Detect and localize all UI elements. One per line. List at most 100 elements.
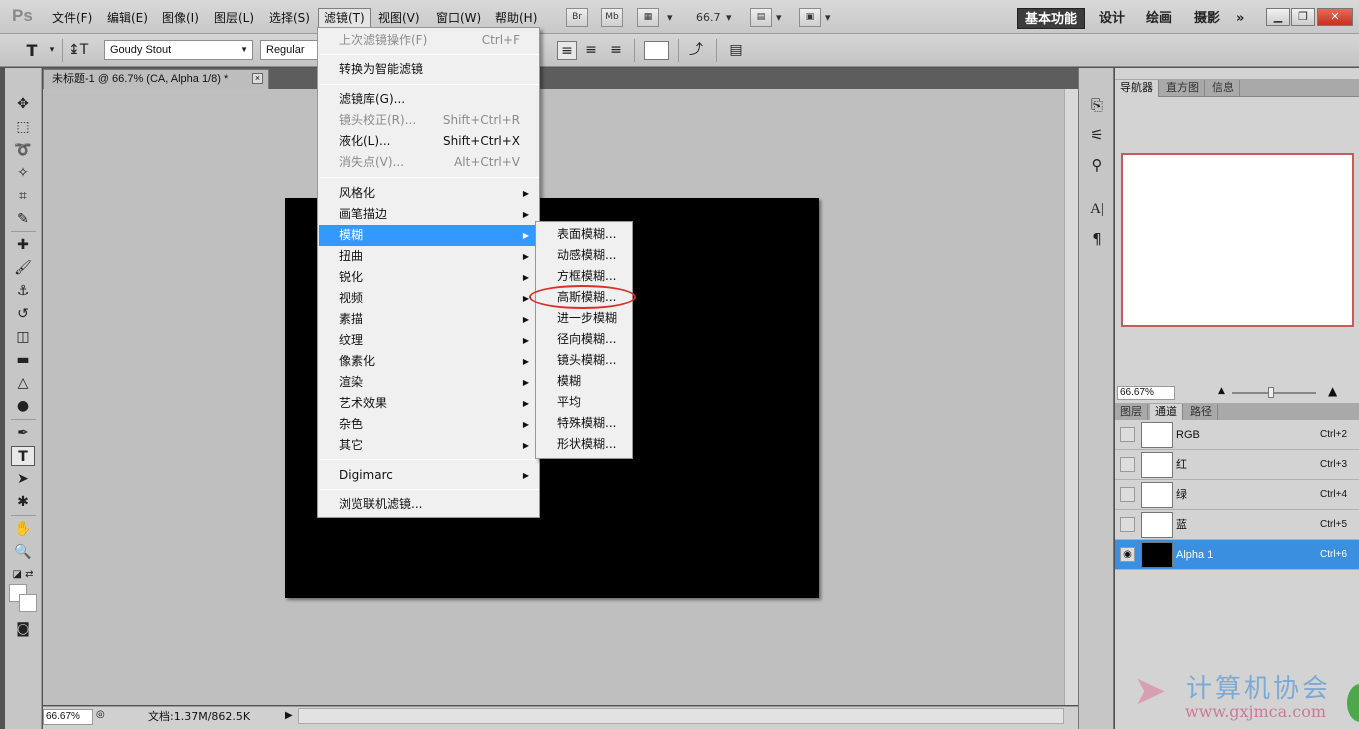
vertical-scrollbar[interactable] [1064, 89, 1078, 705]
workspace-design[interactable]: 设计 [1092, 8, 1132, 29]
menu-image[interactable]: 图像(I) [157, 8, 204, 28]
menu-item-shape-blur[interactable]: 形状模糊... [537, 434, 631, 455]
tab-layers[interactable]: 图层 [1115, 404, 1148, 421]
visibility-toggle[interactable] [1120, 517, 1135, 532]
status-menu-arrow-icon[interactable]: ▶ [285, 708, 297, 724]
preset-caret[interactable]: ▾ [42, 41, 62, 60]
menu-item-average[interactable]: 平均 [537, 392, 631, 413]
menu-item-sketch[interactable]: 素描 ▶ [319, 309, 538, 330]
menu-item-render[interactable]: 渲染 ▶ [319, 372, 538, 393]
font-style-select[interactable]: Regular [260, 40, 320, 60]
menu-select[interactable]: 选择(S) [264, 8, 315, 28]
menu-filter[interactable]: 滤镜(T) [318, 8, 371, 28]
menu-item-last-filter[interactable]: 上次滤镜操作(F) Ctrl+F [319, 30, 538, 51]
status-zoom-input[interactable]: 66.67% [43, 709, 93, 725]
menu-file[interactable]: 文件(F) [47, 8, 97, 28]
adjustments-panel-icon[interactable]: ⚟ [1085, 124, 1109, 146]
eye-icon[interactable]: ◉ [1120, 547, 1135, 562]
tab-paths[interactable]: 路径 [1185, 404, 1218, 421]
type-tool-icon[interactable]: T [11, 446, 35, 466]
quick-selection-tool-icon[interactable]: ✧ [11, 163, 35, 183]
blur-tool-icon[interactable]: △ [11, 373, 35, 393]
default-colors-icon[interactable]: ◪ ⇄ [11, 565, 35, 585]
align-center-icon[interactable]: ≡ [581, 41, 601, 60]
warp-text-icon[interactable]: ⤴ [686, 41, 706, 60]
menu-item-smart-blur[interactable]: 特殊模糊... [537, 413, 631, 434]
navigator-zoom-input[interactable]: 66.67% [1117, 386, 1175, 400]
character-panel-icon[interactable]: A| [1085, 198, 1109, 220]
menu-item-browse-filters-online[interactable]: 浏览联机滤镜... [319, 494, 538, 515]
minimize-icon[interactable]: ▁ [1266, 8, 1290, 26]
quick-mask-icon[interactable]: ◙ [11, 619, 35, 639]
text-orientation-icon[interactable]: ↨T [68, 41, 88, 60]
close-document-icon[interactable]: × [252, 73, 263, 84]
menu-item-surface-blur[interactable]: 表面模糊... [537, 224, 631, 245]
history-brush-tool-icon[interactable]: ↺ [11, 304, 35, 324]
menu-item-radial-blur[interactable]: 径向模糊... [537, 329, 631, 350]
move-tool-icon[interactable]: ✥ [11, 94, 35, 114]
text-color-swatch[interactable] [644, 41, 669, 60]
workspace-essentials[interactable]: 基本功能 [1017, 8, 1086, 29]
lasso-tool-icon[interactable]: ➰ [11, 140, 35, 160]
history-panel-icon[interactable]: ⎘ [1085, 94, 1109, 116]
menu-view[interactable]: 视图(V) [373, 8, 425, 28]
channel-row-red[interactable]: 红 Ctrl+3 [1115, 450, 1359, 480]
crop-tool-icon[interactable]: ⌗ [11, 186, 35, 206]
restore-icon[interactable]: ❐ [1291, 8, 1315, 26]
menu-item-artistic[interactable]: 艺术效果 ▶ [319, 393, 538, 414]
dodge-tool-icon[interactable]: ● [11, 396, 35, 416]
screen-mode-caret[interactable]: ▾ [825, 8, 831, 28]
menu-item-sharpen[interactable]: 锐化 ▶ [319, 267, 538, 288]
menu-item-lens-correction[interactable]: 镜头校正(R)... Shift+Ctrl+R [319, 110, 538, 131]
menu-layer[interactable]: 图层(L) [209, 8, 259, 28]
view-extras-icon[interactable]: ▦ [637, 8, 659, 27]
path-selection-tool-icon[interactable]: ➤ [11, 469, 35, 489]
workspace-painting[interactable]: 绘画 [1139, 8, 1179, 29]
menu-item-brush-strokes[interactable]: 画笔描边 ▶ [319, 204, 538, 225]
navigator-zoom-slider[interactable] [1232, 392, 1316, 394]
type-tool-preset-icon[interactable]: T [22, 41, 42, 60]
channel-row-green[interactable]: 绿 Ctrl+4 [1115, 480, 1359, 510]
menu-item-blur-more[interactable]: 进一步模糊 [537, 308, 631, 329]
zoom-tool-icon[interactable]: 🔍 [11, 542, 35, 562]
visibility-toggle[interactable] [1120, 457, 1135, 472]
horizontal-scrollbar[interactable] [298, 708, 1064, 724]
view-extras-caret[interactable]: ▾ [667, 8, 673, 28]
document-tab[interactable]: 未标题-1 @ 66.7% (CA, Alpha 1/8) * × [43, 69, 269, 89]
menu-item-liquify[interactable]: 液化(L)... Shift+Ctrl+X [319, 131, 538, 152]
paragraph-panel-icon[interactable]: ¶ [1085, 228, 1109, 250]
menu-item-motion-blur[interactable]: 动感模糊... [537, 245, 631, 266]
visibility-toggle[interactable] [1120, 427, 1135, 442]
menu-item-other[interactable]: 其它 ▶ [319, 435, 538, 456]
workspace-photography[interactable]: 摄影 [1187, 8, 1227, 29]
eyedropper-tool-icon[interactable]: ✎ [11, 209, 35, 229]
close-icon[interactable]: ✕ [1317, 8, 1353, 26]
menu-item-noise[interactable]: 杂色 ▶ [319, 414, 538, 435]
menu-window[interactable]: 窗口(W) [431, 8, 486, 28]
clone-stamp-tool-icon[interactable]: ⚓ [11, 281, 35, 301]
channel-row-rgb[interactable]: RGB Ctrl+2 [1115, 420, 1359, 450]
align-left-icon[interactable]: ≡ [557, 41, 577, 60]
channel-row-blue[interactable]: 蓝 Ctrl+5 [1115, 510, 1359, 540]
align-right-icon[interactable]: ≡ [606, 41, 626, 60]
gradient-tool-icon[interactable]: ▬ [11, 350, 35, 370]
zoom-out-icon[interactable]: ▲ [1218, 386, 1225, 396]
menu-item-digimarc[interactable]: Digimarc ▶ [319, 465, 538, 486]
tab-navigator[interactable]: 导航器 [1115, 80, 1159, 97]
tab-histogram[interactable]: 直方图 [1161, 80, 1205, 97]
hand-tool-icon[interactable]: ✋ [11, 519, 35, 539]
zoom-level[interactable]: 66.7 [696, 8, 721, 28]
tab-info[interactable]: 信息 [1207, 80, 1240, 97]
healing-brush-tool-icon[interactable]: ✚ [11, 235, 35, 255]
eraser-tool-icon[interactable]: ◫ [11, 327, 35, 347]
font-family-select[interactable]: Goudy Stout ▼ [104, 40, 253, 60]
pen-tool-icon[interactable]: ✒ [11, 423, 35, 443]
channel-row-alpha-1[interactable]: ◉ Alpha 1 Ctrl+6 [1115, 540, 1359, 570]
menu-item-blur[interactable]: 模糊 ▶ [319, 225, 538, 246]
character-panel-icon[interactable]: ▤ [726, 41, 746, 60]
menu-edit[interactable]: 编辑(E) [102, 8, 153, 28]
more-workspaces-icon[interactable]: » [1229, 8, 1251, 29]
navigator-preview[interactable] [1121, 153, 1354, 327]
zoom-caret[interactable]: ▾ [726, 8, 732, 28]
navigator-slider-thumb[interactable] [1268, 387, 1274, 398]
